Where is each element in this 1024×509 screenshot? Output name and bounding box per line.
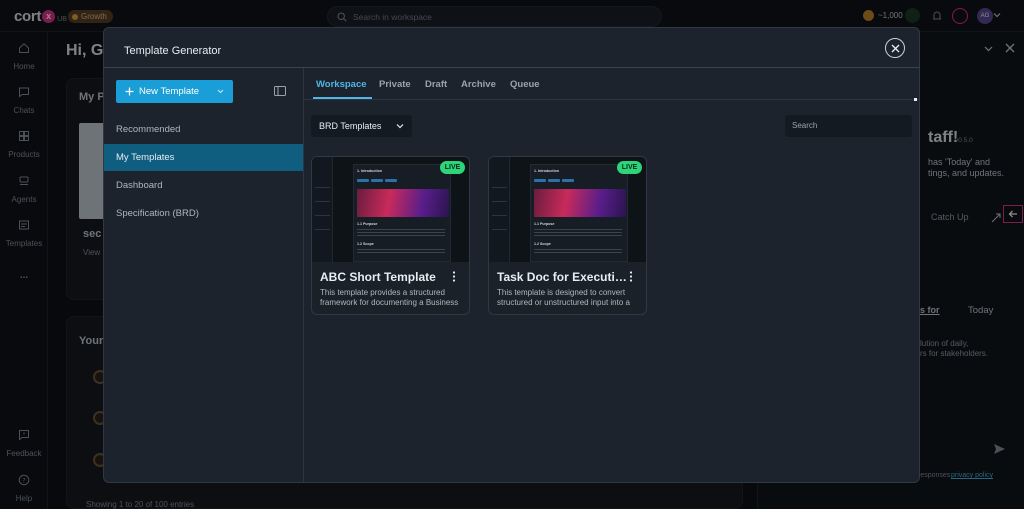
modal-title: Template Generator	[124, 45, 222, 57]
tab-private[interactable]: Private	[379, 79, 411, 90]
preview-section-1: 1.1 Purpose	[534, 222, 555, 226]
template-search-input[interactable]: Search	[785, 115, 912, 137]
template-preview: 1. Introduction 1.1 Purpose 1.2 Scope LI…	[312, 157, 469, 262]
template-sidebar: New Template Recommended My Templates Da…	[104, 68, 304, 482]
status-badge: LIVE	[440, 161, 465, 174]
more-vertical-icon[interactable]	[629, 271, 633, 282]
preview-text-line	[534, 232, 622, 233]
scroll-indicator	[914, 98, 917, 101]
chevron-down-icon	[396, 124, 404, 129]
active-tab-indicator	[313, 97, 372, 99]
tab-archive[interactable]: Archive	[461, 79, 496, 90]
preview-document: 1. Introduction 1.1 Purpose 1.2 Scope	[530, 164, 628, 262]
preview-banner-image	[534, 189, 626, 217]
more-vertical-icon[interactable]	[452, 271, 456, 282]
template-card[interactable]: 1. Introduction 1.1 Purpose 1.2 Scope LI…	[311, 156, 470, 315]
preview-text-line	[534, 235, 622, 236]
preview-line	[492, 229, 507, 230]
preview-line	[315, 187, 330, 188]
sidebar-item-recommended[interactable]: Recommended	[104, 116, 303, 143]
preview-text-line	[357, 235, 445, 236]
preview-line	[492, 201, 507, 202]
sidebar-item-dashboard[interactable]: Dashboard	[104, 172, 303, 199]
preview-text-line	[534, 229, 622, 230]
new-template-button[interactable]: New Template	[116, 80, 233, 103]
preview-text-line	[357, 252, 445, 253]
preview-tags	[534, 179, 574, 182]
preview-line	[315, 201, 330, 202]
preview-text-line	[357, 229, 445, 230]
preview-sidebar	[489, 157, 510, 262]
preview-text-line	[357, 232, 445, 233]
preview-text-line	[534, 249, 622, 250]
template-card[interactable]: 1. Introduction 1.1 Purpose 1.2 Scope LI…	[488, 156, 647, 315]
preview-document: 1. Introduction 1.1 Purpose 1.2 Scope	[353, 164, 451, 262]
close-icon	[891, 44, 899, 52]
template-filter-select[interactable]: BRD Templates	[311, 115, 412, 137]
preview-line	[492, 215, 507, 216]
preview-tags	[357, 179, 397, 182]
sidebar-item-specification-brd[interactable]: Specification (BRD)	[104, 200, 303, 227]
preview-line	[315, 229, 330, 230]
preview-heading: 1. Introduction	[534, 169, 559, 173]
preview-banner-image	[357, 189, 449, 217]
card-description: This template provides a structured fram…	[320, 288, 459, 307]
preview-line	[492, 187, 507, 188]
status-badge: LIVE	[617, 161, 642, 174]
template-generator-modal: Template Generator New Template Recommen…	[103, 27, 920, 483]
filter-value: BRD Templates	[319, 121, 382, 131]
card-description: This template is designed to convert str…	[497, 288, 630, 307]
preview-text-line	[357, 249, 445, 250]
close-modal-button[interactable]	[885, 38, 905, 58]
template-preview: 1. Introduction 1.1 Purpose 1.2 Scope LI…	[489, 157, 646, 262]
new-template-label: New Template	[139, 86, 200, 97]
tab-workspace[interactable]: Workspace	[316, 79, 367, 90]
plus-icon	[125, 87, 134, 96]
template-tabs: Workspace Private Draft Archive Queue	[304, 68, 919, 100]
chevron-down-icon[interactable]	[217, 88, 224, 95]
preview-line	[315, 215, 330, 216]
card-title[interactable]: Task Doc for Execution	[497, 270, 627, 284]
card-title[interactable]: ABC Short Template	[320, 270, 450, 284]
preview-heading: 1. Introduction	[357, 169, 382, 173]
preview-section-1: 1.1 Purpose	[357, 222, 378, 226]
preview-section-2: 1.2 Scope	[357, 242, 374, 246]
modal-header: Template Generator	[104, 28, 919, 68]
tab-draft[interactable]: Draft	[425, 79, 447, 90]
tab-queue[interactable]: Queue	[510, 79, 540, 90]
sidebar-item-my-templates[interactable]: My Templates	[104, 144, 303, 171]
preview-text-line	[534, 252, 622, 253]
preview-sidebar	[312, 157, 333, 262]
sidebar-toggle-icon[interactable]	[274, 86, 286, 96]
preview-section-2: 1.2 Scope	[534, 242, 551, 246]
